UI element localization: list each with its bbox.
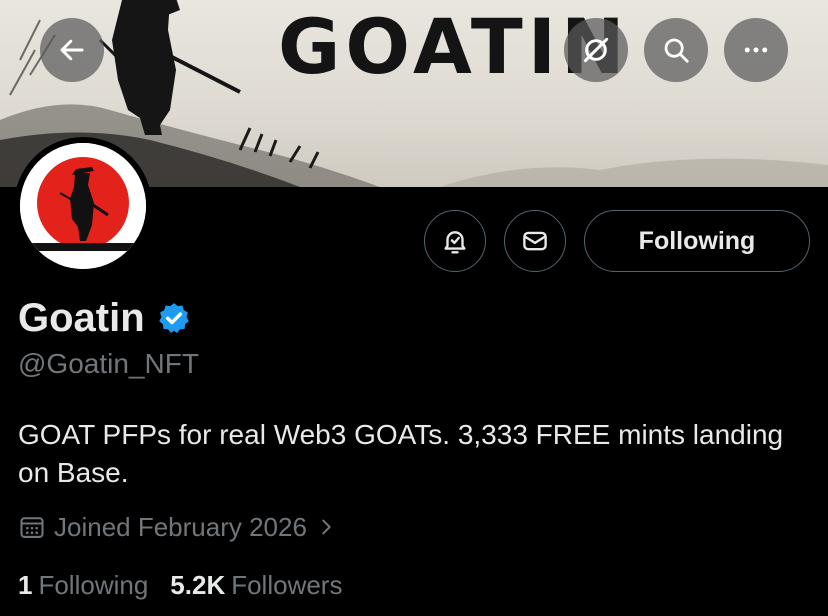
profile-bio: GOAT PFPs for real Web3 GOATs. 3,333 FRE… [18, 419, 784, 488]
profile-avatar[interactable] [14, 137, 152, 275]
following-button[interactable]: Following [584, 210, 810, 272]
grok-button[interactable] [564, 18, 628, 82]
follow-stats: 1 Following 5.2K Followers [18, 566, 364, 604]
followers-label: Followers [231, 569, 343, 600]
verified-badge-icon[interactable] [157, 301, 191, 335]
avatar-image [20, 143, 146, 269]
followers-stat-link[interactable]: 5.2K Followers [170, 570, 342, 601]
followers-count: 5.2K [170, 569, 226, 600]
envelope-icon [523, 231, 547, 251]
message-button[interactable] [504, 210, 566, 272]
profile-handle: @Goatin_NFT [18, 348, 199, 379]
calendar-icon [20, 517, 44, 538]
following-label: Following [38, 569, 149, 600]
notifications-button[interactable] [424, 210, 486, 272]
chevron-right-icon [322, 519, 331, 535]
following-count: 1 [18, 569, 33, 600]
arrow-left-icon [60, 39, 84, 61]
more-button[interactable] [724, 18, 788, 82]
search-icon [664, 38, 689, 63]
following-stat-link[interactable]: 1 Following [18, 570, 148, 601]
search-button[interactable] [644, 18, 708, 82]
joined-date: Joined February 2026 [54, 511, 307, 542]
bell-check-icon [444, 231, 466, 254]
profile-name-row: Goatin [18, 292, 191, 344]
display-name: Goatin [18, 295, 145, 340]
more-horizontal-icon [744, 47, 768, 53]
back-button[interactable] [40, 18, 104, 82]
slashed-circle-icon [583, 37, 609, 63]
joined-date-row[interactable]: Joined February 2026 [18, 508, 337, 546]
